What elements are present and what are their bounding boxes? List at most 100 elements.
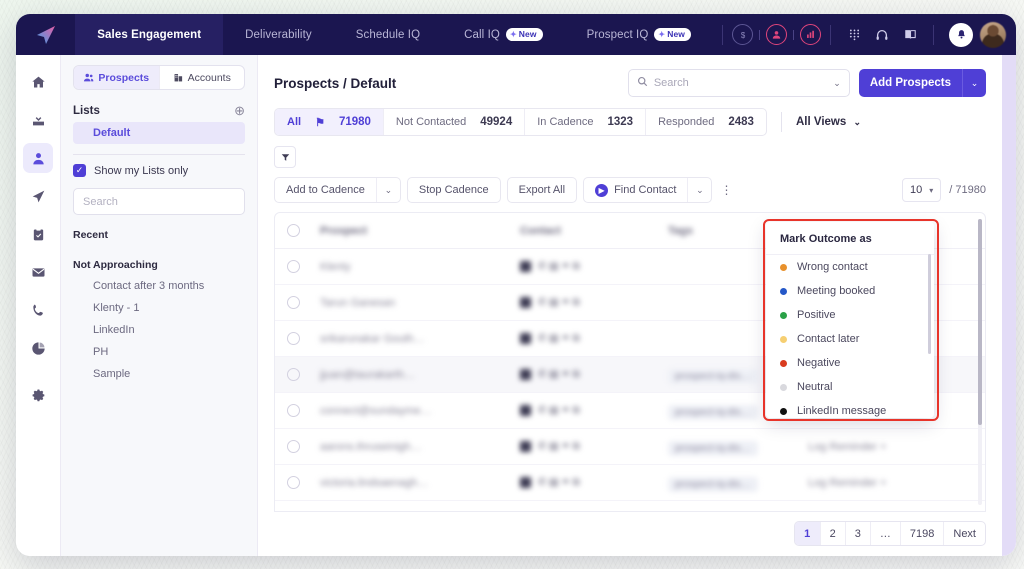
nav-divider <box>722 24 723 45</box>
stat-all[interactable]: All ⚑ 71980 <box>275 109 383 135</box>
list-item[interactable]: Sample <box>73 363 245 385</box>
select-all-checkbox[interactable] <box>287 224 300 237</box>
home-icon[interactable] <box>23 67 53 97</box>
tab-prospects[interactable]: Prospects <box>74 66 159 89</box>
scrollbar-thumb[interactable] <box>978 219 982 425</box>
dollar-circle-icon[interactable]: $ <box>732 24 753 45</box>
outcome-wrong-contact[interactable]: Wrong contact <box>766 255 934 279</box>
add-prospects-button[interactable]: Add Prospects ⌄ <box>858 69 986 97</box>
reports-pie-icon[interactable] <box>23 333 53 363</box>
list-item[interactable]: PH <box>73 341 245 363</box>
row-checkbox[interactable] <box>287 368 300 381</box>
stat-in-cadence[interactable]: In Cadence 1323 <box>524 109 645 135</box>
sparkle-icon: ✦ <box>509 29 517 39</box>
row-checkbox[interactable] <box>287 404 300 417</box>
lists-panel: Prospects Accounts Lists ⊕ Default ✓ Sho… <box>61 55 258 556</box>
nav-tab-schedule-iq[interactable]: Schedule IQ <box>334 14 442 55</box>
search-input[interactable] <box>653 77 828 89</box>
mark-outcome-menu: Mark Outcome as Wrong contact Meeting bo… <box>766 222 934 418</box>
page-1[interactable]: 1 <box>794 522 820 545</box>
add-list-icon[interactable]: ⊕ <box>234 104 245 117</box>
nav-tab-sales-engagement[interactable]: Sales Engagement <box>75 14 224 55</box>
filter-funnel-icon[interactable] <box>274 146 296 168</box>
page-last[interactable]: 7198 <box>899 522 943 545</box>
chevron-down-icon: ⌄ <box>853 117 862 127</box>
export-all-button[interactable]: Export All <box>508 178 576 202</box>
user-avatar[interactable] <box>980 21 1006 48</box>
list-item[interactable]: Contact after 3 months <box>73 275 245 297</box>
book-icon[interactable] <box>899 24 921 46</box>
outcome-neutral[interactable]: Neutral <box>766 375 934 399</box>
tasks-clipboard-icon[interactable] <box>23 219 53 249</box>
toolbar-group: Export All <box>506 177 578 203</box>
analytics-circle-icon[interactable] <box>800 24 821 45</box>
outcome-negative[interactable]: Negative <box>766 351 934 375</box>
outcome-label: LinkedIn message <box>797 405 887 417</box>
user-circle-icon[interactable] <box>766 24 787 45</box>
per-page-select[interactable]: 10 ▾ <box>902 178 942 202</box>
more-options-icon[interactable]: ⋮ <box>712 183 740 197</box>
klenty-paper-plane-logo <box>36 25 55 44</box>
row-checkbox[interactable] <box>287 296 300 309</box>
row-checkbox[interactable] <box>287 476 300 489</box>
chevron-down-icon[interactable]: ⌄ <box>833 78 841 89</box>
new-badge: ✦ New <box>654 28 691 41</box>
stop-cadence-button[interactable]: Stop Cadence <box>408 178 500 202</box>
cadence-send-icon[interactable] <box>23 181 53 211</box>
app-logo[interactable] <box>16 14 75 55</box>
lists-search-input[interactable] <box>73 188 245 215</box>
outcome-linkedin-message[interactable]: LinkedIn message <box>766 399 934 418</box>
nav-tab-label: Deliverability <box>245 28 312 41</box>
column-header-prospect: Prospect <box>320 224 368 237</box>
list-item-default[interactable]: Default <box>73 122 245 144</box>
headset-icon[interactable] <box>871 24 893 46</box>
dialpad-icon[interactable] <box>843 24 865 46</box>
stat-responded[interactable]: Responded 2483 <box>645 109 766 135</box>
total-count-label: / 71980 <box>949 184 986 196</box>
row-checkbox[interactable] <box>287 332 300 345</box>
pagination-bar: 1 2 3 … 7198 Next <box>258 512 1016 556</box>
add-to-cadence-button[interactable]: Add to Cadence <box>275 178 376 202</box>
nav-tab-call-iq[interactable]: Call IQ ✦ New <box>442 14 564 55</box>
cell-prospect: aarons.thruseinigh… <box>320 440 422 453</box>
page-2[interactable]: 2 <box>819 522 845 545</box>
calls-phone-icon[interactable] <box>23 295 53 325</box>
page-ellipsis: … <box>869 522 900 545</box>
stat-value: 2483 <box>728 116 754 128</box>
add-prospects-dropdown-icon[interactable]: ⌄ <box>962 69 986 97</box>
outcome-positive[interactable]: Positive <box>766 303 934 327</box>
outcome-contact-later[interactable]: Contact later <box>766 327 934 351</box>
row-checkbox[interactable] <box>287 260 300 273</box>
row-checkbox[interactable] <box>287 440 300 453</box>
email-icon[interactable] <box>23 257 53 287</box>
stat-not-contacted[interactable]: Not Contacted 49924 <box>382 109 524 135</box>
outcome-meeting-booked[interactable]: Meeting booked <box>766 279 934 303</box>
toolbar-group: ▶ Find Contact ⌄ <box>583 177 713 203</box>
next-page-button[interactable]: Next <box>943 522 985 545</box>
stats-row: All ⚑ 71980 Not Contacted 49924 In Caden… <box>258 97 1016 136</box>
page-3[interactable]: 3 <box>844 522 870 545</box>
settings-gear-icon[interactable] <box>23 379 53 409</box>
menu-scrollbar-thumb[interactable] <box>928 254 931 354</box>
tab-accounts[interactable]: Accounts <box>158 66 245 89</box>
all-views-dropdown[interactable]: All Views ⌄ <box>796 116 861 128</box>
nav-tab-prospect-iq[interactable]: Prospect IQ ✦ New <box>565 14 713 55</box>
sidebar-item-prospects[interactable] <box>23 143 53 173</box>
find-contact-dropdown-icon[interactable]: ⌄ <box>687 178 711 202</box>
notification-bell-icon[interactable] <box>949 22 973 47</box>
table-row[interactable]: aarons.thruseinigh… ✆ ▤ ⚭ ⧉ prospect-iq-… <box>275 429 985 465</box>
list-item[interactable]: LinkedIn <box>73 319 245 341</box>
nav-tab-label: Sales Engagement <box>97 28 202 41</box>
show-my-lists-toggle[interactable]: ✓ Show my Lists only <box>73 164 245 177</box>
nav-tab-deliverability[interactable]: Deliverability <box>223 14 334 55</box>
outcome-label: Neutral <box>797 381 833 393</box>
find-contact-button[interactable]: ▶ Find Contact <box>584 178 687 202</box>
inbox-icon[interactable] <box>23 105 53 135</box>
add-to-cadence-dropdown-icon[interactable]: ⌄ <box>375 178 400 202</box>
list-item[interactable]: Klenty - 1 <box>73 297 245 319</box>
table-scrollbar[interactable] <box>978 219 982 505</box>
table-row[interactable]: victoria.lindsaenagh… ✆ ▤ ⚭ ⧉ prospect-i… <box>275 465 985 501</box>
search-box[interactable]: ⌄ <box>627 69 850 97</box>
svg-text:$: $ <box>740 30 745 39</box>
toolbar-group: Stop Cadence <box>406 177 501 203</box>
